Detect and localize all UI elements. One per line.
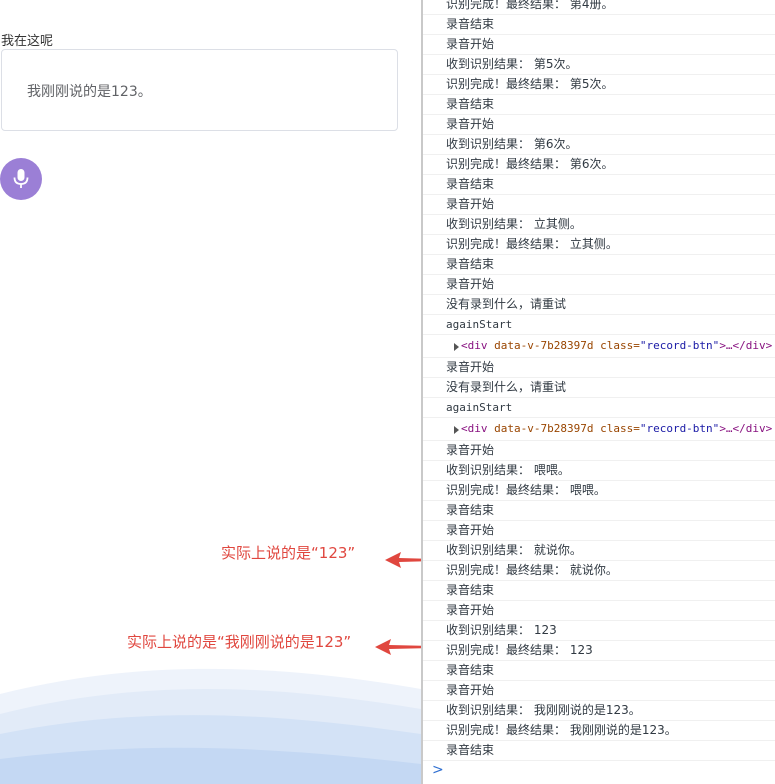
console-log-row: 收到识别结果： 就说你。 (423, 541, 775, 561)
console-log-row: 录音结束 (423, 255, 775, 275)
node-val: "record-btn" (639, 422, 720, 435)
console-log-row: 识别完成！最终结果： 我刚刚说的是123。 (423, 721, 775, 741)
console-log-row: 识别完成！最终结果： 第5次。 (423, 75, 775, 95)
console-log-row: 识别完成！最终结果： 123 (423, 641, 775, 661)
annotation-1: 实际上说的是“123” (221, 544, 356, 562)
background-wave (0, 668, 421, 784)
console-log-row: 录音开始 (423, 681, 775, 701)
app-pane: 我在这呢 我刚刚说的是123。 (0, 0, 421, 784)
console-prompt-icon[interactable]: > (432, 762, 444, 778)
console-log-row: 录音开始 (423, 601, 775, 621)
console-log-row: 收到识别结果： 喂喂。 (423, 461, 775, 481)
console-log-row: 录音开始 (423, 115, 775, 135)
console-log-row: 录音结束 (423, 581, 775, 601)
console-log-row: 录音结束 (423, 501, 775, 521)
node-tag-open: <div (461, 339, 488, 352)
dom-node-text: <div data-v-7b28397d class="record-btn">… (461, 335, 772, 357)
console-log-row: 识别完成！最终结果： 立其侧。 (423, 235, 775, 255)
console-log-row: 录音开始 (423, 521, 775, 541)
node-tag-close: >…</div> (719, 422, 773, 435)
console-log-row: 录音结束 (423, 175, 775, 195)
console-log-row: 识别完成！最终结果： 第6次。 (423, 155, 775, 175)
console-node-row[interactable]: <div data-v-7b28397d class="record-btn">… (423, 335, 775, 358)
console-log-row: 录音结束 (423, 661, 775, 681)
node-val: "record-btn" (639, 339, 720, 352)
console-node-row[interactable]: <div data-v-7b28397d class="record-btn">… (423, 418, 775, 441)
console-log-row: 识别完成！最终结果： 喂喂。 (423, 481, 775, 501)
microphone-icon (13, 169, 29, 188)
console-log-row: 录音结束 (423, 15, 775, 35)
console-log-row: 录音开始 (423, 35, 775, 55)
prompt-label: 我在这呢 (1, 34, 54, 49)
console-log-row: 没有录到什么，请重试 (423, 295, 775, 315)
console-log-row: 收到识别结果： 立其侧。 (423, 215, 775, 235)
console-log-row: 没有录到什么，请重试 (423, 378, 775, 398)
console-log-row: 录音开始 (423, 275, 775, 295)
record-button[interactable] (0, 158, 42, 200)
console-log-row: 收到识别结果： 第6次。 (423, 135, 775, 155)
node-attr1: data-v-7b28397d (487, 339, 594, 352)
expand-caret-icon[interactable] (454, 426, 459, 434)
console-log-row: 识别完成！最终结果： 就说你。 (423, 561, 775, 581)
node-tag-open: <div (461, 422, 488, 435)
node-attr1: data-v-7b28397d (487, 422, 594, 435)
console-log-row: 录音开始 (423, 195, 775, 215)
console-log-row: 识别完成！最终结果： 第4册。 (423, 0, 775, 15)
console-log-row: 收到识别结果： 我刚刚说的是123。 (423, 701, 775, 721)
dom-node-text: <div data-v-7b28397d class="record-btn">… (461, 418, 772, 440)
node-attr2: class= (593, 422, 640, 435)
expand-caret-icon[interactable] (454, 343, 459, 351)
console-log-row: 收到识别结果： 第5次。 (423, 55, 775, 75)
console-log-row: 收到识别结果： 123 (423, 621, 775, 641)
console-log-row: againStart (423, 398, 775, 418)
console-log-row: 录音开始 (423, 441, 775, 461)
console-log-row: 录音开始 (423, 358, 775, 378)
speech-result-field[interactable]: 我刚刚说的是123。 (1, 49, 398, 131)
node-attr2: class= (593, 339, 640, 352)
console-log-row: againStart (423, 315, 775, 335)
console-log-row: 录音结束 (423, 95, 775, 115)
speech-result-text: 我刚刚说的是123。 (27, 84, 152, 100)
annotation-2: 实际上说的是“我刚刚说的是123” (127, 633, 352, 651)
console-log-row: 录音结束 (423, 741, 775, 761)
node-tag-close: >…</div> (719, 339, 773, 352)
devtools-console[interactable]: > 识别完成！最终结果： 第4册。 录音结束 录音开始 收到识别结果： 第5次。 识别完… (421, 0, 775, 784)
